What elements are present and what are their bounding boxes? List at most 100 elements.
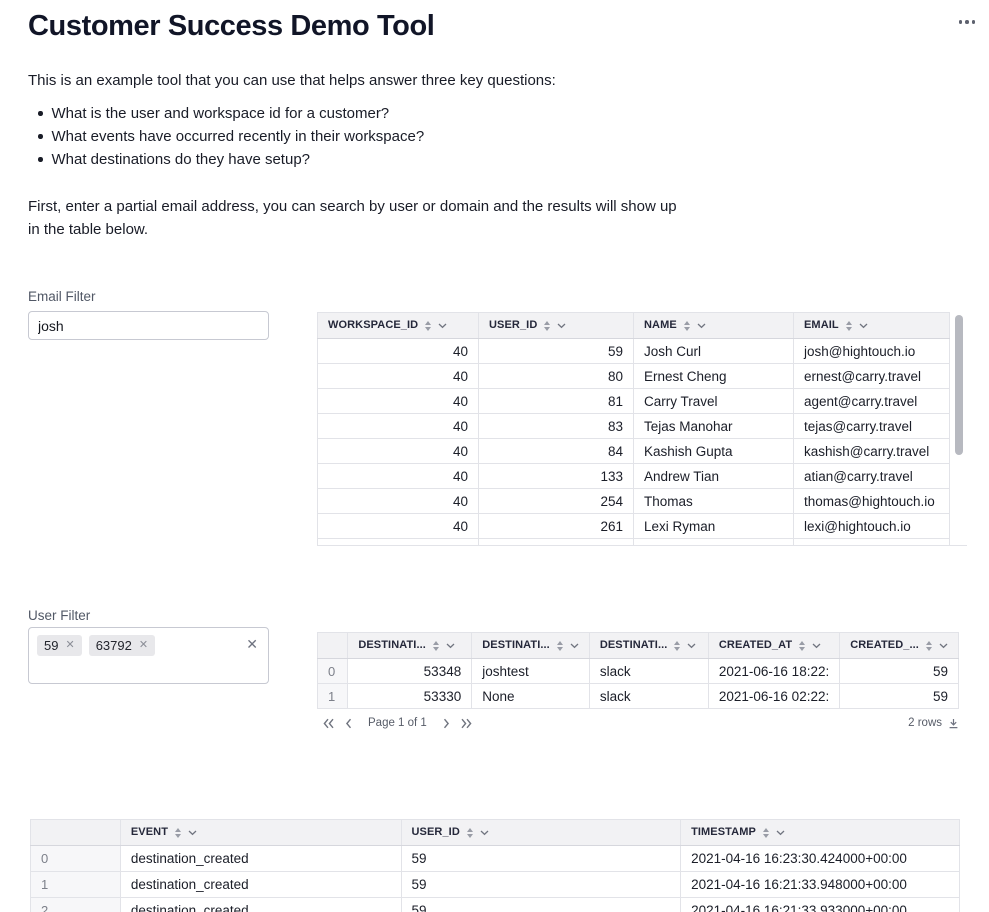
column-header[interactable]: TIMESTAMP [681, 820, 960, 846]
download-icon[interactable] [948, 718, 959, 729]
table-cell: 53330 [348, 684, 472, 709]
column-label: CREATED_... [850, 640, 919, 652]
table-cell: 81 [479, 389, 634, 414]
instructions-text: First, enter a partial email address, yo… [28, 195, 683, 241]
data-grid: WORKSPACE_IDUSER_IDNAMEEMAIL4059Josh Cur… [317, 312, 950, 546]
filter-tag: 59 ✕ [37, 635, 82, 656]
column-menu-icon[interactable] [812, 640, 821, 652]
table-cell: Josh Curl [634, 339, 794, 364]
table-cell: 40 [318, 364, 479, 389]
users-table: WORKSPACE_IDUSER_IDNAMEEMAIL4059Josh Cur… [317, 312, 967, 546]
row-index-cell: 0 [31, 846, 121, 872]
row-index-cell: 0 [318, 659, 348, 684]
more-menu-button[interactable] [951, 12, 984, 32]
sort-icon[interactable] [799, 641, 805, 651]
table-row: 0destination_created592021-04-16 16:23:3… [31, 846, 960, 872]
sort-icon[interactable] [557, 641, 563, 651]
table-cell: 2021-04-16 16:23:30.424000+00:00 [681, 846, 960, 872]
events-table: EVENTUSER_IDTIMESTAMP0destination_create… [30, 819, 960, 912]
column-menu-icon[interactable] [570, 640, 579, 652]
column-header[interactable]: USER_ID [479, 313, 634, 339]
column-header[interactable]: NAME [634, 313, 794, 339]
sort-icon[interactable] [175, 828, 181, 838]
sort-icon[interactable] [846, 321, 852, 331]
table-cell: 84 [479, 439, 634, 464]
column-menu-icon[interactable] [557, 320, 566, 332]
page: Customer Success Demo Tool This is an ex… [0, 0, 989, 912]
last-page-button[interactable] [457, 714, 477, 732]
table-row: 4059Josh Curljosh@hightouch.io [318, 339, 950, 364]
ellipsis-dot [972, 20, 976, 24]
column-menu-icon[interactable] [188, 827, 197, 839]
remove-tag-icon[interactable]: ✕ [65, 640, 74, 651]
column-header[interactable]: EMAIL [794, 313, 950, 339]
table-cell: 2021-06-16 18:22: [708, 659, 839, 684]
destinations-table: DESTINATI...DESTINATI...DESTINATI...CREA… [317, 632, 959, 709]
prev-page-button[interactable] [338, 714, 358, 732]
data-grid: DESTINATI...DESTINATI...DESTINATI...CREA… [317, 632, 959, 709]
table-row: 40261Lexi Rymanlexi@hightouch.io [318, 514, 950, 539]
column-header[interactable]: CREATED_AT [708, 633, 839, 659]
table-row: 053348joshtestslack2021-06-16 18:22:59 [318, 659, 959, 684]
bullet-dot [38, 134, 43, 139]
table-cell: Ernest Cheng [634, 364, 794, 389]
column-header[interactable]: DESTINATI... [472, 633, 590, 659]
table-cell: kashish@carry.travel [794, 439, 950, 464]
sort-icon[interactable] [763, 828, 769, 838]
table-cell: lexi@hightouch.io [794, 514, 950, 539]
next-page-button[interactable] [437, 714, 457, 732]
table-cell: thomas@hightouch.io [794, 489, 950, 514]
column-header[interactable]: DESTINATI... [348, 633, 472, 659]
table-cell: 254 [479, 489, 634, 514]
column-menu-icon[interactable] [446, 640, 455, 652]
column-header[interactable]: USER_ID [401, 820, 681, 846]
table-cell: 59 [401, 872, 681, 898]
first-page-button[interactable] [318, 714, 338, 732]
column-menu-icon[interactable] [480, 827, 489, 839]
row-count: 2 rows [908, 717, 942, 729]
clear-all-icon[interactable]: ✕ [246, 637, 258, 651]
email-filter-input[interactable] [28, 311, 269, 340]
sort-icon[interactable] [425, 321, 431, 331]
sort-icon[interactable] [544, 321, 550, 331]
index-column-header [318, 633, 348, 659]
sort-icon[interactable] [926, 641, 932, 651]
table-cell [479, 539, 634, 547]
column-menu-icon[interactable] [438, 320, 447, 332]
table-cell: Carry Travel [634, 389, 794, 414]
sort-icon[interactable] [684, 321, 690, 331]
user-filter-chips: 59✕63792✕ [37, 635, 260, 656]
users-table-scrollbar[interactable] [955, 315, 963, 455]
table-cell: 2021-04-16 16:21:33.933000+00:00 [681, 898, 960, 912]
table-row [318, 539, 950, 547]
sort-icon[interactable] [433, 641, 439, 651]
column-header[interactable]: WORKSPACE_ID [318, 313, 479, 339]
table-cell: Kashish Gupta [634, 439, 794, 464]
column-menu-icon[interactable] [776, 827, 785, 839]
page-indicator: Page 1 of 1 [368, 717, 427, 729]
column-menu-icon[interactable] [939, 640, 948, 652]
ellipsis-dot [965, 20, 969, 24]
column-header[interactable]: CREATED_... [840, 633, 959, 659]
table-cell: Lexi Ryman [634, 514, 794, 539]
remove-tag-icon[interactable]: ✕ [139, 640, 148, 651]
filter-tag-label: 59 [44, 638, 58, 653]
table-cell: 59 [479, 339, 634, 364]
column-menu-icon[interactable] [697, 320, 706, 332]
sort-icon[interactable] [467, 828, 473, 838]
column-menu-icon[interactable] [687, 640, 696, 652]
page-title: Customer Success Demo Tool [28, 10, 434, 43]
table-cell [794, 539, 950, 547]
table-cell: 40 [318, 389, 479, 414]
table-cell: 53348 [348, 659, 472, 684]
sort-icon[interactable] [674, 641, 680, 651]
column-label: USER_ID [489, 320, 537, 332]
table-cell: ernest@carry.travel [794, 364, 950, 389]
user-filter-input[interactable]: 59✕63792✕ ✕ [28, 627, 269, 684]
table-cell: agent@carry.travel [794, 389, 950, 414]
table-cell: Thomas [634, 489, 794, 514]
column-menu-icon[interactable] [859, 320, 868, 332]
column-header[interactable]: DESTINATI... [589, 633, 708, 659]
column-header[interactable]: EVENT [120, 820, 401, 846]
table-cell: None [472, 684, 590, 709]
